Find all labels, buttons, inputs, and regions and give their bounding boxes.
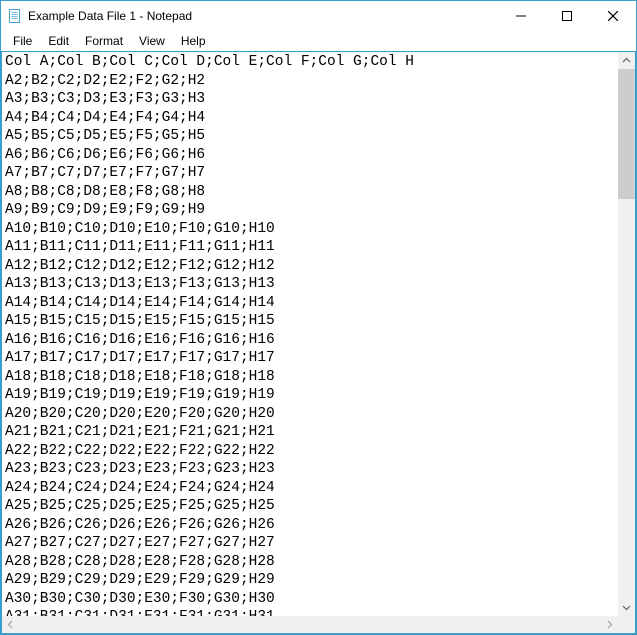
- horizontal-scroll-thumb[interactable]: [19, 616, 601, 633]
- menu-help[interactable]: Help: [173, 33, 214, 49]
- minimize-button[interactable]: [498, 1, 544, 31]
- text-editor[interactable]: Col A;Col B;Col C;Col D;Col E;Col F;Col …: [2, 52, 618, 616]
- menu-view[interactable]: View: [131, 33, 173, 49]
- window-title: Example Data File 1 - Notepad: [28, 9, 192, 23]
- menu-edit[interactable]: Edit: [40, 33, 77, 49]
- scroll-left-button[interactable]: [2, 616, 19, 633]
- notepad-icon: [7, 8, 23, 24]
- titlebar[interactable]: Example Data File 1 - Notepad: [1, 1, 636, 31]
- notepad-window: Example Data File 1 - Notepad File Edit …: [0, 0, 637, 635]
- text-area-wrapper: Col A;Col B;Col C;Col D;Col E;Col F;Col …: [2, 52, 635, 616]
- window-controls: [498, 1, 636, 31]
- editor-frame: Col A;Col B;Col C;Col D;Col E;Col F;Col …: [1, 51, 636, 634]
- menubar: File Edit Format View Help: [1, 31, 636, 51]
- scrollbar-corner: [618, 616, 635, 633]
- maximize-button[interactable]: [544, 1, 590, 31]
- horizontal-scrollbar[interactable]: [2, 616, 618, 633]
- close-button[interactable]: [590, 1, 636, 31]
- scroll-right-button[interactable]: [601, 616, 618, 633]
- vertical-scroll-thumb[interactable]: [618, 69, 635, 199]
- menu-format[interactable]: Format: [77, 33, 131, 49]
- vertical-scrollbar[interactable]: [618, 52, 635, 616]
- vertical-scroll-track[interactable]: [618, 69, 635, 599]
- scroll-up-button[interactable]: [618, 52, 635, 69]
- menu-file[interactable]: File: [5, 33, 40, 49]
- scroll-down-button[interactable]: [618, 599, 635, 616]
- horizontal-scroll-track[interactable]: [19, 616, 601, 633]
